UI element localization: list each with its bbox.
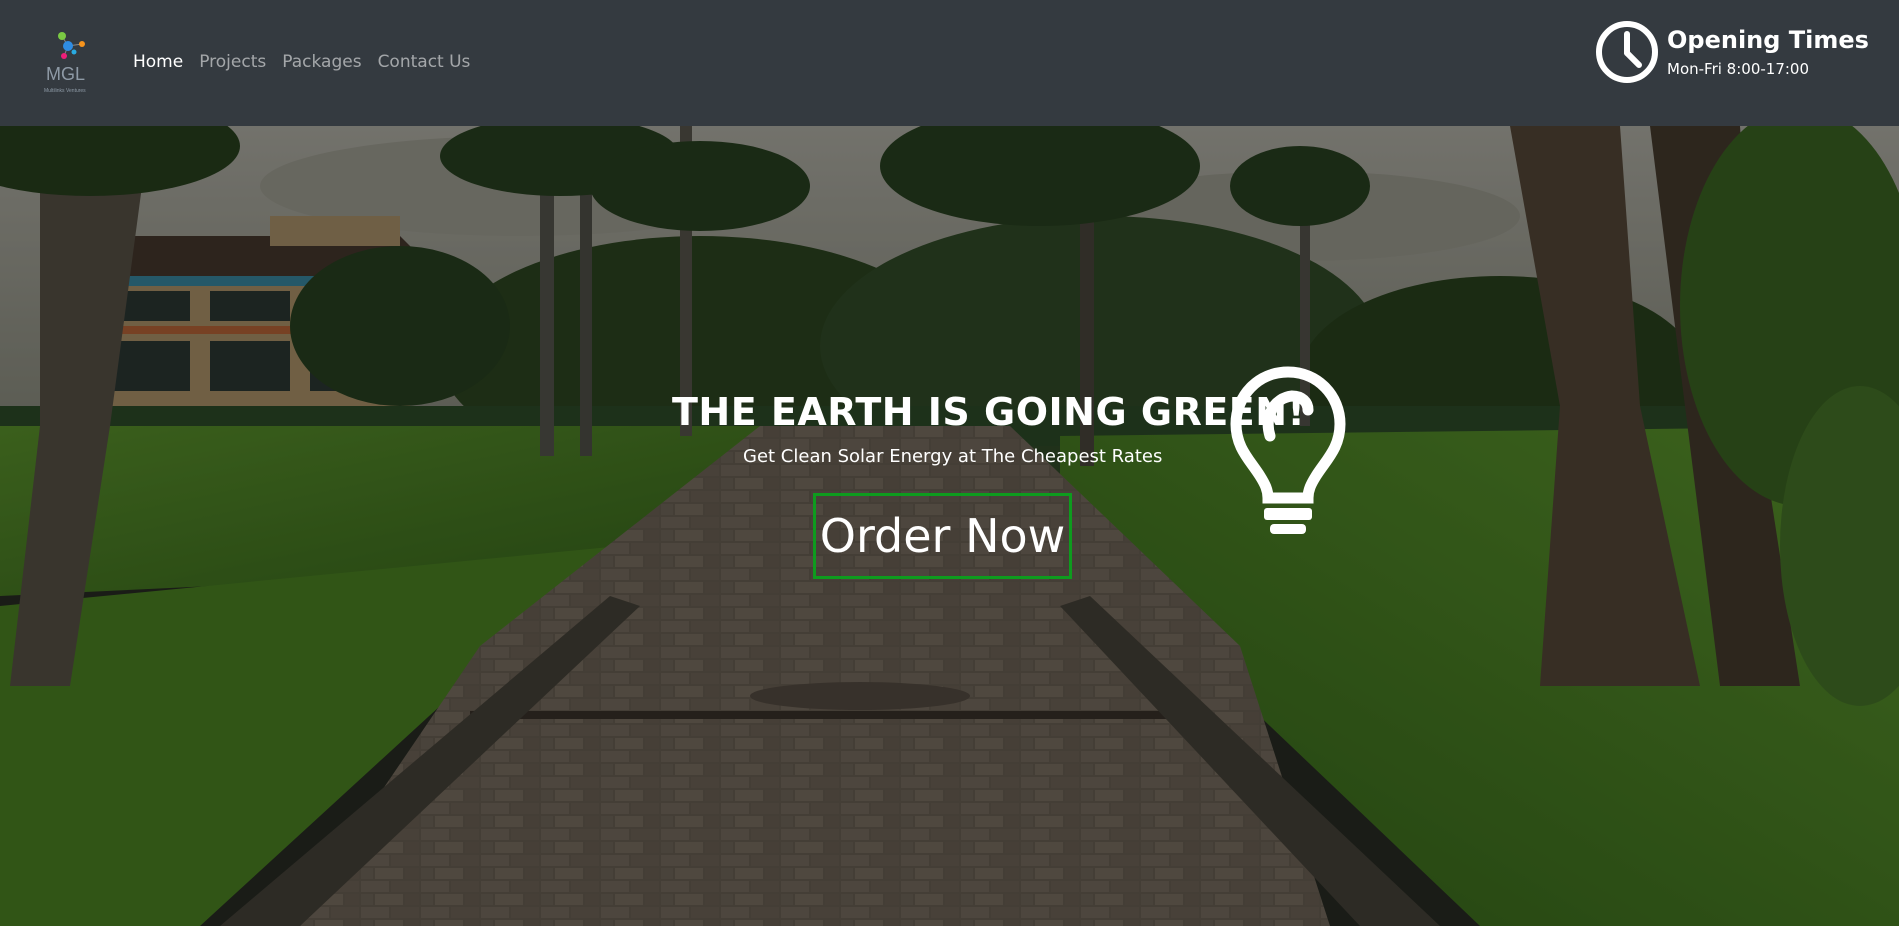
lightbulb-icon: [1230, 366, 1346, 534]
svg-text:Multilinks Ventures: Multilinks Ventures: [44, 88, 86, 94]
opening-times-title: Opening Times: [1667, 25, 1869, 54]
nav-link-packages[interactable]: Packages: [282, 52, 361, 72]
opening-times: Opening Times Mon-Fri 8:00-17:00: [1595, 20, 1869, 84]
opening-times-text: Opening Times Mon-Fri 8:00-17:00: [1667, 26, 1869, 79]
nav-link-home[interactable]: Home: [133, 52, 183, 72]
hero-title: THE EARTH IS GOING GREEN!: [672, 390, 1306, 434]
nav-links: Home Projects Packages Contact Us: [133, 52, 470, 72]
clock-icon: [1596, 21, 1658, 83]
logo-icon: MGL Multilinks Ventures: [44, 32, 86, 94]
brand-logo[interactable]: MGL Multilinks Ventures: [44, 28, 108, 96]
opening-times-hours: Mon-Fri 8:00-17:00: [1667, 60, 1810, 79]
nav-link-contact-us[interactable]: Contact Us: [378, 52, 471, 72]
svg-text:MGL: MGL: [46, 64, 85, 84]
hero-subtitle: Get Clean Solar Energy at The Cheapest R…: [743, 446, 1163, 467]
navbar: MGL Multilinks Ventures Home Projects Pa…: [0, 0, 1899, 126]
hero-section: THE EARTH IS GOING GREEN! Get Clean Sola…: [0, 126, 1899, 926]
order-now-button[interactable]: Order Now: [813, 493, 1072, 579]
nav-link-projects[interactable]: Projects: [199, 52, 266, 72]
